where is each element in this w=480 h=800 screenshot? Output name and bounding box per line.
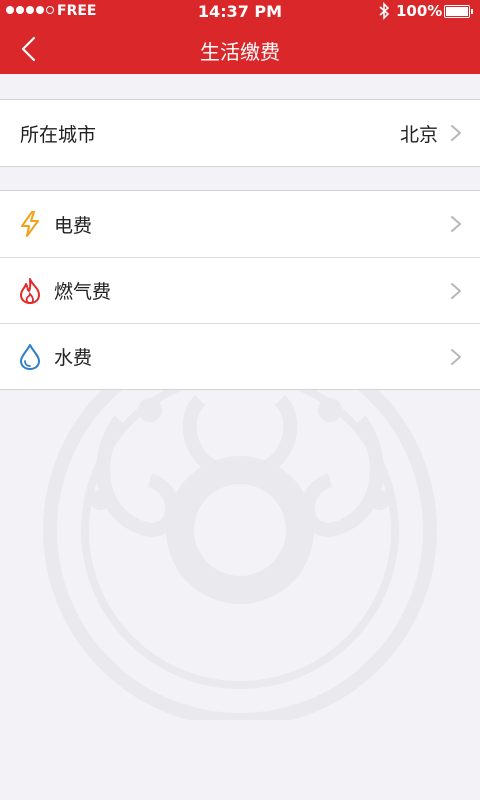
bluetooth-icon <box>378 2 390 24</box>
battery-percent: 100% <box>396 2 443 20</box>
bill-item-label: 电费 <box>54 214 93 237</box>
lightning-icon <box>21 211 39 237</box>
bill-item-label: 水费 <box>54 347 93 369</box>
chevron-right-icon <box>451 216 461 232</box>
flame-icon <box>20 278 40 304</box>
city-label: 所在城市 <box>20 123 97 146</box>
bill-item-electricity[interactable]: 电费 <box>0 191 480 257</box>
battery-icon <box>444 5 473 18</box>
chevron-right-icon <box>451 125 461 141</box>
page-title: 生活缴费 <box>200 40 280 64</box>
watermark-logo-icon <box>43 380 437 720</box>
chevron-right-icon <box>451 349 461 365</box>
water-drop-icon <box>20 344 40 370</box>
status-bar: FREE 14:37 PM 100% <box>0 0 480 24</box>
bill-item-water[interactable]: 水费 <box>0 323 480 389</box>
city-value: 北京 <box>399 123 438 146</box>
bill-item-gas[interactable]: 燃气费 <box>0 257 480 323</box>
bill-items-group: 电费 燃气费 水费 <box>0 190 480 390</box>
header: FREE 14:37 PM 100% 生活缴费 <box>0 0 480 74</box>
city-group: 所在城市 北京 <box>0 99 480 167</box>
bill-item-label: 燃气费 <box>54 281 112 303</box>
city-row[interactable]: 所在城市 北京 <box>0 100 480 166</box>
chevron-right-icon <box>451 283 461 299</box>
navigation-bar: 生活缴费 <box>0 24 480 74</box>
